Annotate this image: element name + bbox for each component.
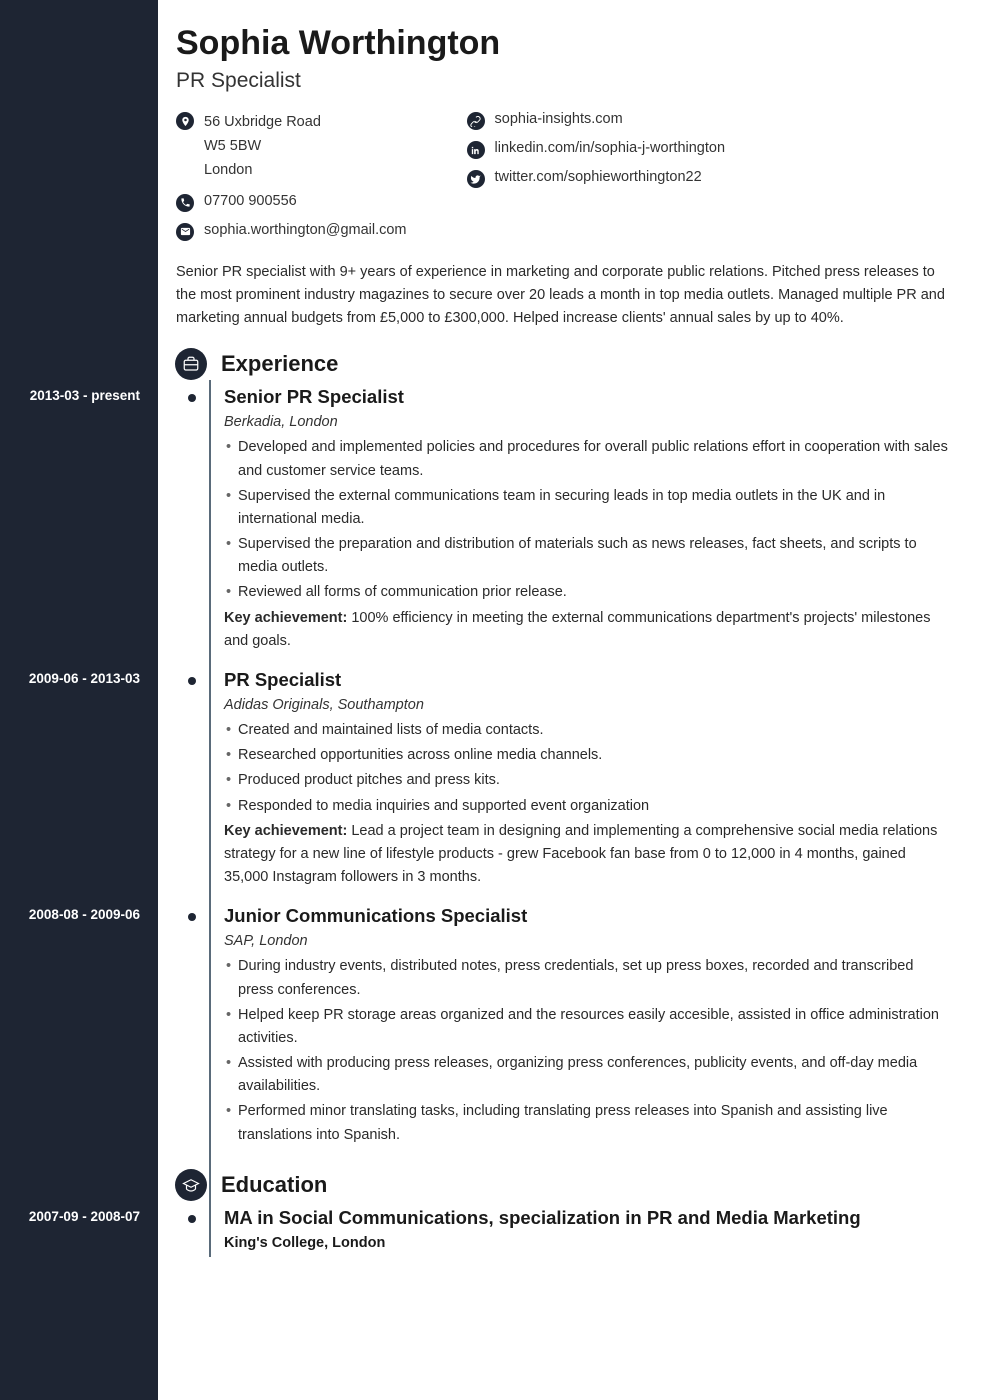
email-value: sophia.worthington@gmail.com bbox=[204, 222, 407, 238]
role-title: Junior Communications Specialist bbox=[224, 905, 952, 927]
role-title: Senior PR Specialist bbox=[224, 386, 952, 408]
degree-title: MA in Social Communications, specializat… bbox=[224, 1207, 952, 1229]
email: sophia.worthington@gmail.com bbox=[176, 222, 407, 241]
bullet: Supervised the external communications t… bbox=[224, 485, 952, 531]
twitter: twitter.com/sophieworthington22 bbox=[467, 169, 726, 188]
bullet: Responded to media inquiries and support… bbox=[224, 795, 952, 818]
bullet: Reviewed all forms of communication prio… bbox=[224, 581, 952, 604]
website: sophia-insights.com bbox=[467, 111, 726, 130]
experience-title: Experience bbox=[221, 351, 338, 377]
education-title: Education bbox=[221, 1172, 327, 1198]
date-label: 2007-09 - 2008-07 bbox=[0, 1209, 150, 1224]
job-title: PR Specialist bbox=[176, 69, 952, 93]
contacts-block: 56 Uxbridge Road W5 5BW London 07700 900… bbox=[176, 111, 952, 241]
bullet: Helped keep PR storage areas organized a… bbox=[224, 1004, 952, 1050]
bullet: Created and maintained lists of media co… bbox=[224, 719, 952, 742]
timeline-dot bbox=[188, 913, 196, 921]
bullet: Produced product pitches and press kits. bbox=[224, 769, 952, 792]
timeline-dot bbox=[188, 677, 196, 685]
phone: 07700 900556 bbox=[176, 193, 407, 212]
bullet: During industry events, distributed note… bbox=[224, 955, 952, 1001]
address-line2: W5 5BW bbox=[204, 135, 321, 159]
school: King's College, London bbox=[224, 1235, 952, 1251]
summary: Senior PR specialist with 9+ years of ex… bbox=[176, 261, 952, 331]
date-label: 2008-08 - 2009-06 bbox=[0, 907, 150, 922]
link-icon bbox=[467, 112, 485, 130]
address-line3: London bbox=[204, 159, 321, 183]
date-label: 2009-06 - 2013-03 bbox=[0, 671, 150, 686]
linkedin-value: linkedin.com/in/sophia-j-worthington bbox=[495, 140, 726, 156]
bullet: Performed minor translating tasks, inclu… bbox=[224, 1100, 952, 1146]
education-header: Education bbox=[176, 1169, 952, 1201]
achievement: Key achievement: Lead a project team in … bbox=[224, 820, 952, 890]
role-title: PR Specialist bbox=[224, 669, 952, 691]
email-icon bbox=[176, 223, 194, 241]
twitter-value: twitter.com/sophieworthington22 bbox=[495, 169, 702, 185]
date-label: 2013-03 - present bbox=[0, 388, 150, 403]
company: Berkadia, London bbox=[224, 414, 952, 430]
phone-value: 07700 900556 bbox=[204, 193, 297, 209]
bullet: Developed and implemented policies and p… bbox=[224, 436, 952, 482]
timeline-dot bbox=[188, 394, 196, 402]
company: SAP, London bbox=[224, 933, 952, 949]
experience-header: Experience bbox=[176, 348, 952, 380]
experience-entry: Senior PR Specialist Berkadia, London De… bbox=[176, 386, 952, 665]
sidebar: 2013-03 - present 2009-06 - 2013-03 2008-0… bbox=[0, 0, 158, 1400]
experience-entry: Junior Communications Specialist SAP, Lo… bbox=[176, 905, 952, 1161]
linkedin: linkedin.com/in/sophia-j-worthington bbox=[467, 140, 726, 159]
bullet: Researched opportunities across online m… bbox=[224, 744, 952, 767]
pin-icon bbox=[176, 112, 194, 130]
timeline-dot bbox=[188, 1215, 196, 1223]
address-line1: 56 Uxbridge Road bbox=[204, 111, 321, 135]
person-name: Sophia Worthington bbox=[176, 24, 952, 63]
website-value: sophia-insights.com bbox=[495, 111, 623, 127]
company: Adidas Originals, Southampton bbox=[224, 697, 952, 713]
education-entry: MA in Social Communications, specializat… bbox=[176, 1207, 952, 1257]
address: 56 Uxbridge Road W5 5BW London bbox=[176, 111, 407, 183]
achievement: Key achievement: 100% efficiency in meet… bbox=[224, 607, 952, 653]
twitter-icon bbox=[467, 170, 485, 188]
graduation-icon bbox=[175, 1169, 207, 1201]
experience-entry: PR Specialist Adidas Originals, Southamp… bbox=[176, 669, 952, 901]
linkedin-icon bbox=[467, 141, 485, 159]
phone-icon bbox=[176, 194, 194, 212]
briefcase-icon bbox=[175, 348, 207, 380]
bullet: Assisted with producing press releases, … bbox=[224, 1052, 952, 1098]
bullet: Supervised the preparation and distribut… bbox=[224, 533, 952, 579]
